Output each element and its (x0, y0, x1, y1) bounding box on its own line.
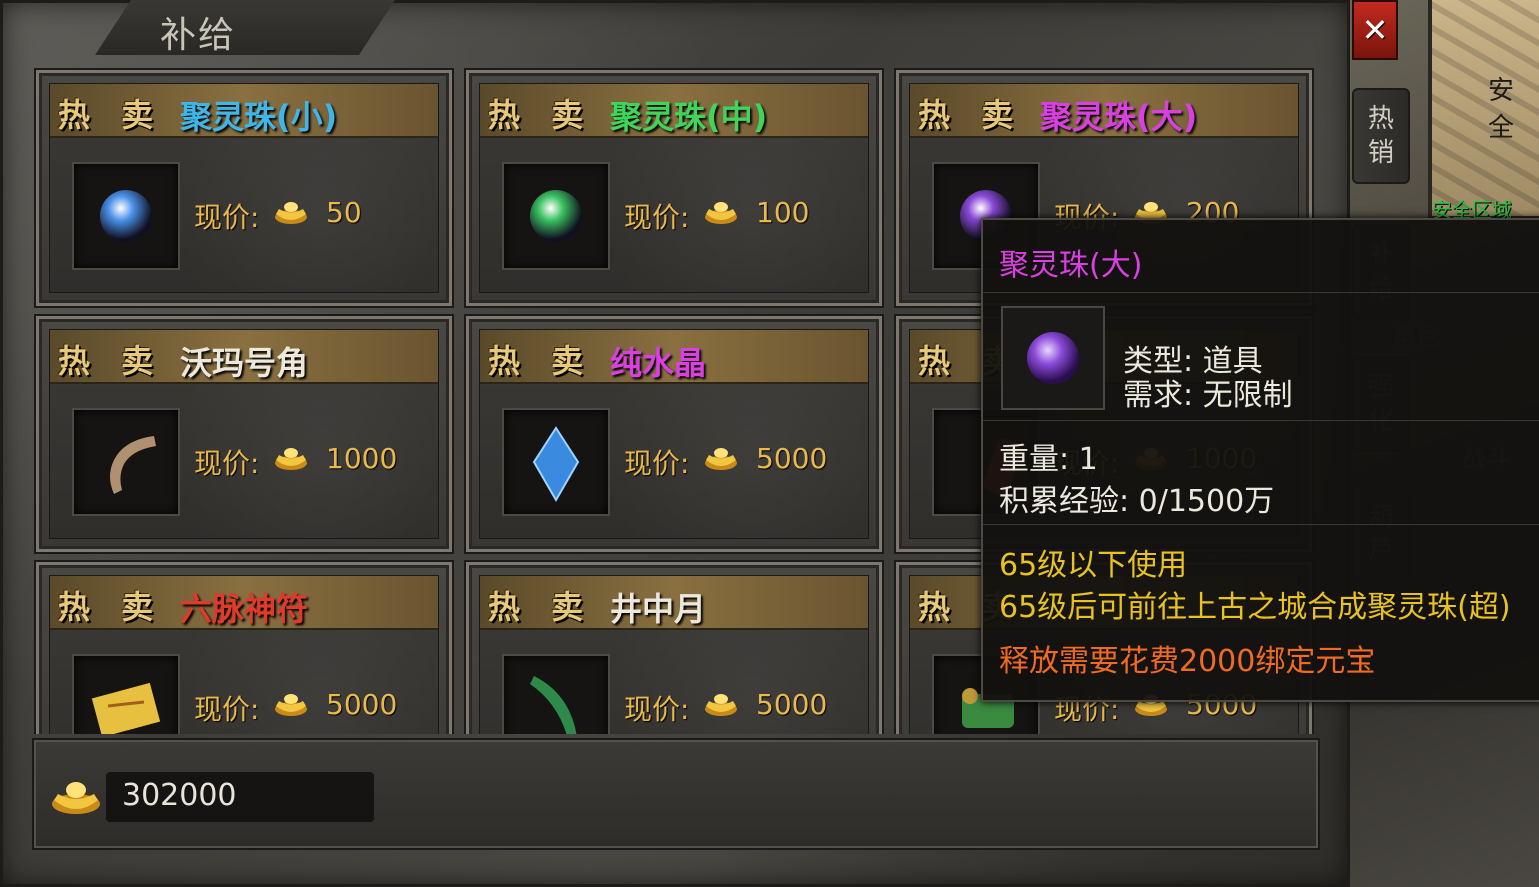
item-price: 5000 (326, 688, 398, 721)
window-title: 补给 (160, 15, 237, 56)
gold-ingot-icon (275, 448, 307, 470)
item-tooltip: 聚灵珠(大) 类型: 道具 需求: 无限制 重量: 1 积累经验: 0/1500… (981, 218, 1539, 702)
card-body: 热 卖沃玛号角现价: 1000 (49, 329, 439, 539)
price-label: 现价: (624, 201, 690, 234)
tab-hot-sale-label: 热销 (1367, 104, 1394, 168)
title-tab (95, 0, 395, 55)
item-price: 50 (326, 196, 362, 229)
tab-hot-sale[interactable]: 热销 (1352, 88, 1410, 184)
hot-sale-label: 热 卖 (58, 588, 164, 626)
talisman-icon (91, 682, 161, 734)
item-card[interactable]: 热 卖井中月现价: 5000 (466, 562, 882, 734)
item-card[interactable]: 热 卖沃玛号角现价: 1000 (36, 316, 452, 552)
hot-sale-label: 热 卖 (488, 588, 594, 626)
item-name: 聚灵珠(大) (1040, 98, 1198, 136)
item-price: 5000 (756, 688, 828, 721)
item-name: 沃玛号角 (180, 344, 309, 382)
item-card[interactable]: 热 卖聚灵珠(小) 现价: 50 (36, 70, 452, 306)
card-body: 热 卖聚灵珠(小) 现价: 50 (49, 83, 439, 293)
item-card[interactable]: 热 卖聚灵珠(中) 现价: 100 (466, 70, 882, 306)
horn-icon (110, 436, 156, 494)
tooltip-item-name: 聚灵珠(大) (999, 248, 1143, 283)
tooltip-synthesis-note: 65级后可前往上古之城合成聚灵珠(超) (999, 590, 1511, 625)
card-body: 热 卖纯水晶现价: 5000 (479, 329, 869, 539)
card-header: 热 卖六脉神符 (50, 576, 438, 630)
gold-ingot-icon (705, 694, 737, 716)
gold-ingot-icon (705, 202, 737, 224)
card-header: 热 卖聚灵珠(大) (910, 84, 1298, 138)
gold-ingot-icon (275, 694, 307, 716)
item-price: 1000 (326, 442, 398, 475)
close-icon: ✕ (1361, 11, 1389, 49)
item-card[interactable]: 热 卖纯水晶现价: 5000 (466, 316, 882, 552)
purple-orb-icon (1027, 332, 1079, 384)
divider (983, 292, 1539, 293)
item-slot[interactable] (72, 654, 180, 734)
gold-ingot-icon (275, 202, 307, 224)
item-name: 井中月 (610, 590, 707, 628)
item-name: 聚灵珠(小) (180, 98, 338, 136)
gold-amount: 302000 (122, 778, 237, 813)
item-name: 六脉神符 (180, 590, 309, 628)
gold-bar: 302000 (32, 738, 1320, 850)
gold-ingot-icon (705, 448, 737, 470)
card-body: 热 卖六脉神符现价: 5000 (49, 575, 439, 734)
item-slot[interactable] (502, 408, 610, 516)
card-header: 热 卖聚灵珠(小) (50, 84, 438, 138)
tooltip-cost-note: 释放需要花费2000绑定元宝 (999, 644, 1376, 679)
close-button[interactable]: ✕ (1352, 0, 1398, 60)
minimap-safe-label: 安全 (1488, 76, 1515, 143)
price-label: 现价: (624, 447, 690, 480)
card-header: 热 卖井中月 (480, 576, 868, 630)
hot-sale-label: 热 卖 (918, 96, 1024, 134)
item-card[interactable]: 热 卖六脉神符现价: 5000 (36, 562, 452, 734)
tooltip-experience: 积累经验: 0/1500万 (999, 484, 1275, 519)
hot-sale-label: 热 卖 (488, 96, 594, 134)
item-slot[interactable] (502, 162, 610, 270)
price-label: 现价: (194, 447, 260, 480)
tooltip-weight: 重量: 1 (999, 442, 1098, 477)
item-name: 纯水晶 (610, 344, 707, 382)
tooltip-usage-note: 65级以下使用 (999, 548, 1188, 583)
item-price: 5000 (756, 442, 828, 475)
blue-orb-icon (100, 190, 152, 242)
item-slot[interactable] (72, 162, 180, 270)
tooltip-requirement: 需求: 无限制 (1123, 378, 1293, 413)
hot-sale-label: 热 卖 (58, 342, 164, 380)
green-orb-icon (530, 190, 582, 242)
hot-sale-label: 热 卖 (488, 342, 594, 380)
item-price: 100 (756, 196, 810, 229)
card-header: 热 卖聚灵珠(中) (480, 84, 868, 138)
divider (983, 524, 1539, 525)
card-header: 热 卖纯水晶 (480, 330, 868, 384)
item-slot[interactable] (502, 654, 610, 734)
blade-icon (530, 676, 577, 734)
price-label: 现价: (194, 693, 260, 726)
tooltip-item-slot (1001, 306, 1105, 410)
hot-sale-label: 热 卖 (58, 96, 164, 134)
gold-ingot-icon (52, 782, 100, 814)
card-body: 热 卖井中月现价: 5000 (479, 575, 869, 734)
item-slot[interactable] (72, 408, 180, 516)
crystal-icon (532, 426, 580, 502)
item-name: 聚灵珠(中) (610, 98, 768, 136)
card-body: 热 卖聚灵珠(中) 现价: 100 (479, 83, 869, 293)
price-label: 现价: (194, 201, 260, 234)
card-header: 热 卖沃玛号角 (50, 330, 438, 384)
gold-amount-field: 302000 (106, 772, 374, 822)
divider (983, 420, 1539, 421)
price-label: 现价: (624, 693, 690, 726)
